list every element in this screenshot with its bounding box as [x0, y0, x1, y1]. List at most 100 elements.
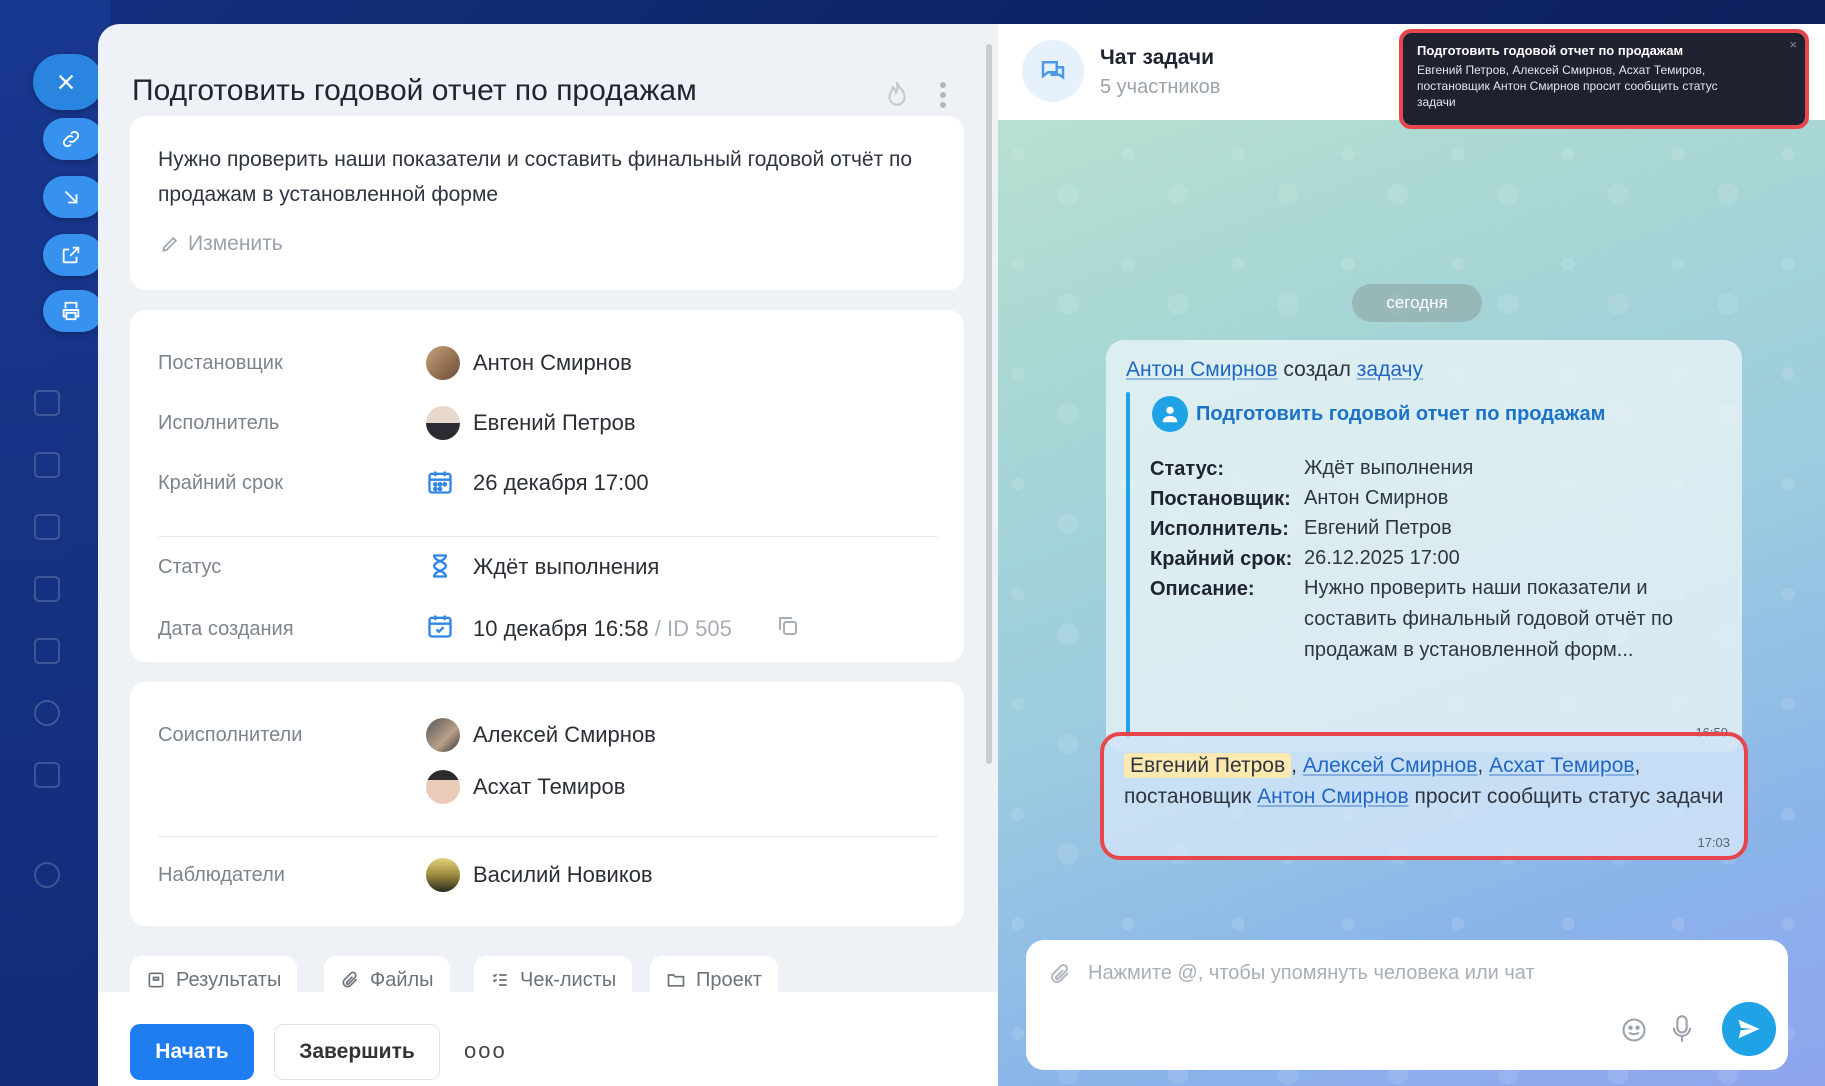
observer-name[interactable]: Василий Новиков: [473, 862, 653, 888]
deadline-label: Крайний срок: [158, 472, 284, 494]
created-value: 10 декабря 16:58: [473, 616, 649, 641]
task-title: Подготовить годовой отчет по продажам: [132, 74, 697, 107]
avatar[interactable]: [426, 406, 460, 440]
coassignees-label: Соисполнители: [158, 724, 303, 746]
field-value: Евгений Петров: [1304, 517, 1452, 539]
people-card: Соисполнители Алексей Смирнов Асхат Теми…: [130, 682, 964, 926]
minimize-button[interactable]: [43, 176, 103, 218]
scrollbar[interactable]: [986, 44, 992, 764]
calendar-check-icon: [426, 612, 456, 642]
avatar[interactable]: [426, 858, 460, 892]
hourglass-icon: [426, 552, 456, 582]
calendar-nav-icon[interactable]: [34, 638, 60, 664]
field-value: 26.12.2025 17:00: [1304, 547, 1460, 569]
open-new-window-button[interactable]: [43, 234, 103, 276]
task-fields-card: Постановщик Антон Смирнов Исполнитель Ев…: [130, 310, 964, 662]
creator-label: Постановщик: [158, 352, 283, 374]
composer-placeholder[interactable]: Нажмите @, чтобы упомянуть человека или …: [1088, 962, 1535, 985]
task-reference[interactable]: Подготовить годовой отчет по продажам: [1152, 396, 1605, 432]
id-separator: /: [654, 616, 661, 641]
copy-link-button[interactable]: [43, 118, 103, 160]
external-link-icon: [62, 246, 80, 264]
tab-label: Файлы: [370, 968, 434, 991]
task-link[interactable]: задачу: [1357, 358, 1423, 381]
separator: ,: [1291, 754, 1297, 777]
smile-icon[interactable]: [1620, 1016, 1648, 1044]
observers-label: Наблюдатели: [158, 864, 285, 886]
edit-description-link[interactable]: Изменить: [160, 232, 283, 256]
field-key: Исполнитель:: [1150, 518, 1289, 540]
mention-link[interactable]: Алексей Смирнов: [1303, 754, 1478, 777]
tab-label: Проект: [696, 968, 762, 991]
field-key: Описание:: [1150, 578, 1255, 600]
edit-nav-icon[interactable]: [34, 762, 60, 788]
chat-participants[interactable]: 5 участников: [1100, 76, 1220, 99]
task-created-message: Антон Смирнов создал задачу Подготовить …: [1106, 340, 1742, 752]
message-header: Антон Смирнов создал задачу: [1126, 358, 1423, 382]
paperclip-icon[interactable]: [1048, 962, 1072, 986]
mail-icon[interactable]: [34, 390, 60, 416]
link-icon: [62, 130, 80, 148]
send-icon: [1738, 1019, 1760, 1039]
chat-icon: [1022, 40, 1084, 102]
edit-label: Изменить: [188, 232, 283, 255]
send-button[interactable]: [1722, 1002, 1776, 1056]
field-key: Статус:: [1150, 458, 1225, 480]
left-navigation-rail: [0, 0, 110, 1086]
status-label: Статус: [158, 556, 222, 578]
author-link[interactable]: Антон Смирнов: [1126, 358, 1278, 381]
tab-label: Чек-листы: [520, 968, 617, 991]
avatar[interactable]: [426, 346, 460, 380]
printer-icon: [62, 301, 80, 321]
coassignee-name[interactable]: Асхат Темиров: [473, 774, 625, 800]
close-icon[interactable]: ×: [1789, 37, 1797, 52]
chat-title[interactable]: Чат задачи: [1100, 46, 1214, 70]
folder-icon: [667, 974, 685, 987]
finish-button[interactable]: Завершить: [274, 1024, 440, 1080]
date-separator: сегодня: [1352, 284, 1482, 322]
pencil-icon: [162, 236, 178, 252]
checklist-icon: [492, 973, 507, 986]
copy-icon[interactable]: [776, 614, 806, 644]
deadline-value[interactable]: 26 декабря 17:00: [473, 470, 649, 496]
settings-nav-icon[interactable]: [34, 700, 60, 726]
creator-value[interactable]: Антон Смирнов: [473, 350, 632, 376]
separator: ,: [1634, 754, 1641, 777]
chat-panel: Чат задачи 5 участников сегодня Антон См…: [998, 24, 1825, 1086]
mention-link[interactable]: Асхат Темиров: [1489, 754, 1634, 777]
field-value: Ждёт выполнения: [1304, 457, 1474, 479]
document-icon[interactable]: [34, 514, 60, 540]
more-actions-button[interactable]: ooo: [464, 1038, 507, 1064]
assignee-value[interactable]: Евгений Петров: [473, 410, 636, 436]
mention-link[interactable]: Антон Смирнов: [1257, 785, 1409, 808]
start-button[interactable]: Начать: [130, 1024, 254, 1080]
flame-icon[interactable]: [884, 80, 910, 110]
kebab-menu-icon[interactable]: [938, 80, 964, 110]
print-button[interactable]: [43, 290, 103, 332]
field-value: Нужно проверить наши показатели и состав…: [1304, 577, 1674, 661]
microphone-icon[interactable]: [1668, 1014, 1696, 1044]
notification-body: Евгений Петров, Алексей Смирнов, Асхат Т…: [1417, 63, 1718, 109]
action-text: создал: [1283, 358, 1351, 381]
field-key: Постановщик:: [1150, 488, 1291, 510]
message-composer[interactable]: Нажмите @, чтобы упомянуть человека или …: [1026, 940, 1788, 1070]
gear-nav-icon[interactable]: [34, 862, 60, 888]
message-text-b: просит сообщить статус задачи: [1414, 785, 1724, 808]
close-slider-button[interactable]: [33, 54, 103, 110]
quote-bar: [1126, 392, 1130, 738]
user-icon: [1152, 396, 1188, 432]
contacts-icon[interactable]: [34, 452, 60, 478]
avatar[interactable]: [426, 770, 460, 804]
separator: ,: [1477, 754, 1484, 777]
board-icon[interactable]: [34, 576, 60, 602]
task-description: Нужно проверить наши показатели и состав…: [158, 148, 913, 206]
message-time: 17:03: [1697, 835, 1730, 850]
calendar-icon: [426, 468, 456, 498]
divider: [158, 836, 938, 837]
avatar[interactable]: [426, 718, 460, 752]
status-request-message: Евгений Петров, Алексей Смирнов, Асхат Т…: [1100, 732, 1748, 860]
task-action-bar: Начать Завершить ooo: [98, 992, 998, 1086]
notification-toast[interactable]: Подготовить годовой отчет по продажам Ев…: [1399, 29, 1809, 129]
mention-self[interactable]: Евгений Петров: [1124, 753, 1292, 778]
coassignee-name[interactable]: Алексей Смирнов: [473, 722, 656, 748]
